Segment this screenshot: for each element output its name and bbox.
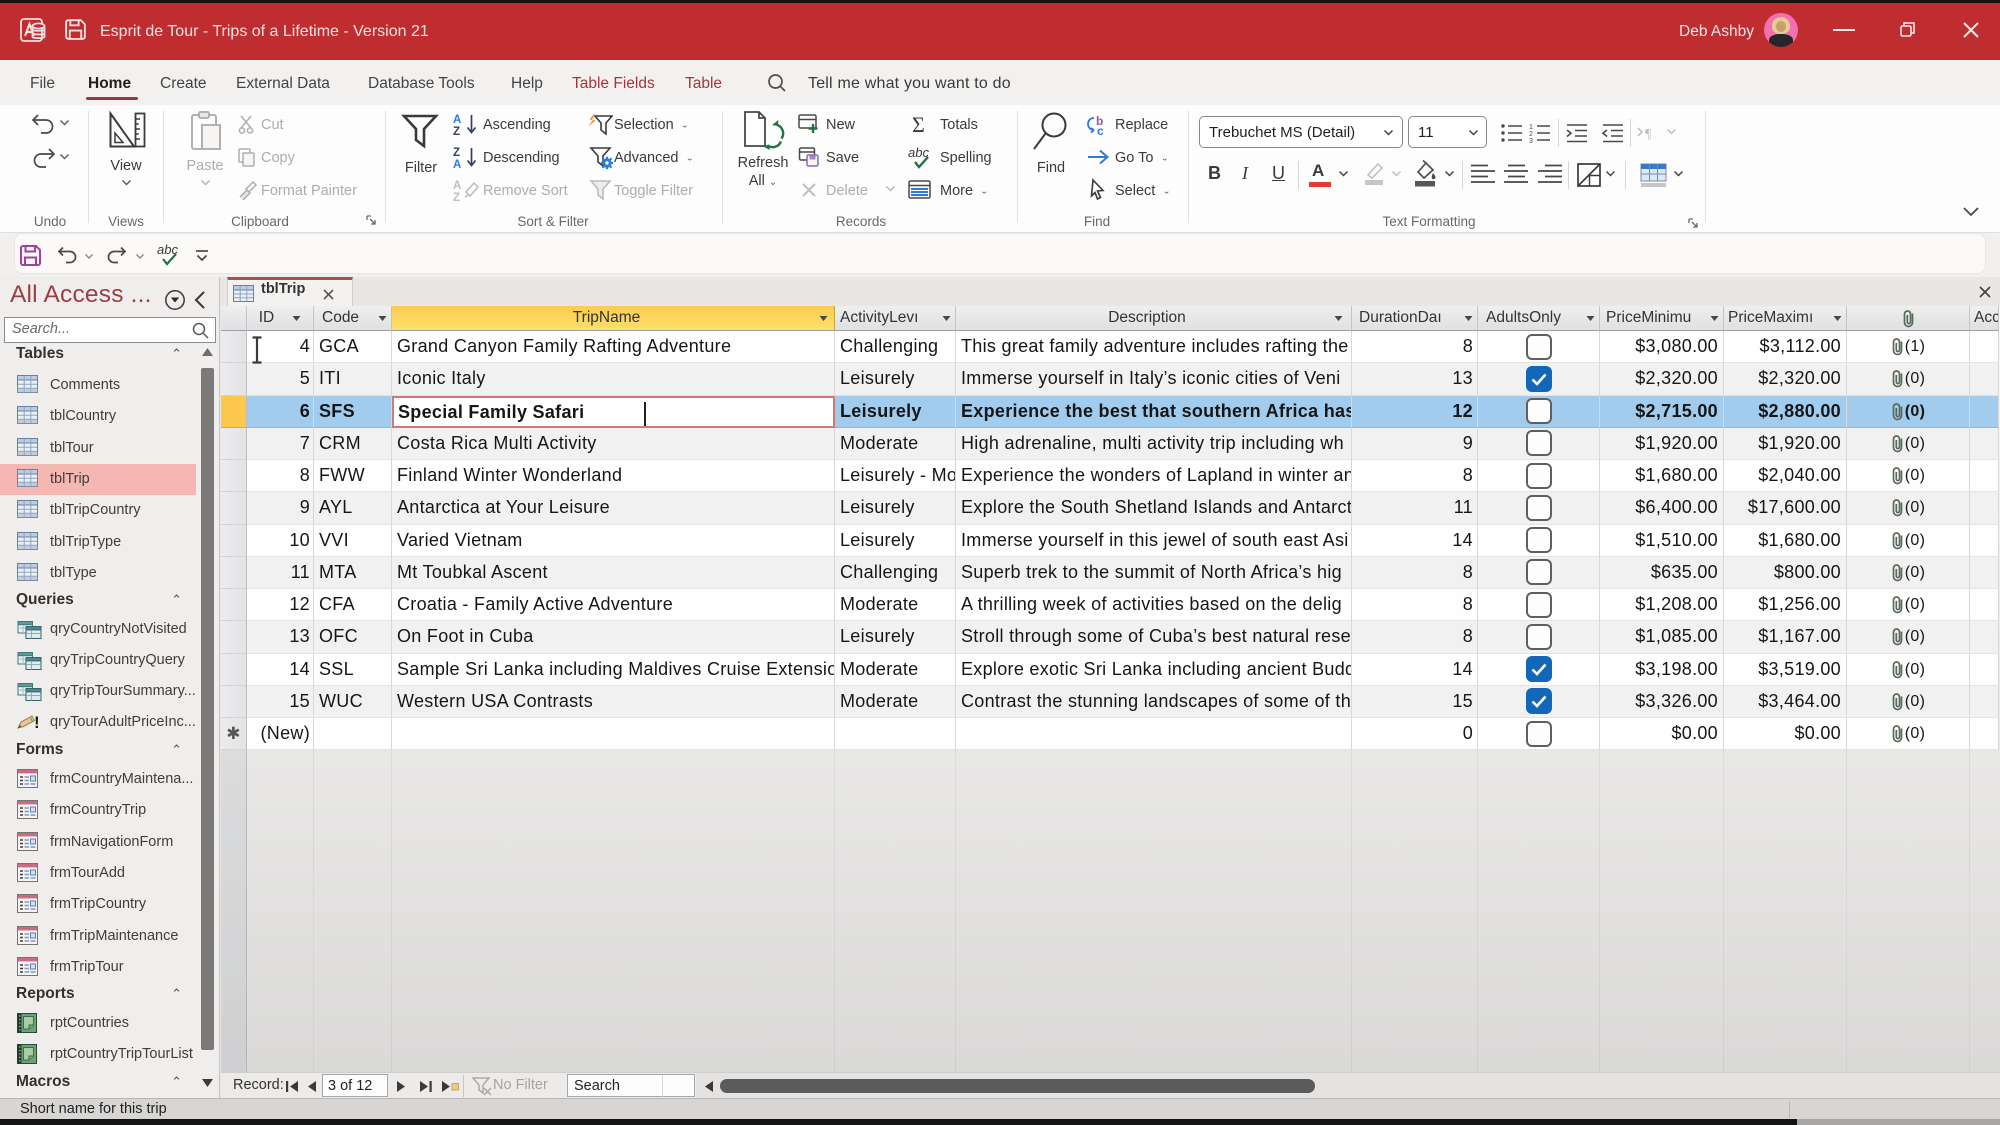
svg-text:c: c xyxy=(1097,124,1104,136)
svg-text:3: 3 xyxy=(1529,138,1533,144)
svg-text:A: A xyxy=(453,180,461,192)
svg-text:1: 1 xyxy=(1529,124,1533,131)
svg-text:Z: Z xyxy=(453,126,460,136)
svg-text:A: A xyxy=(453,114,461,126)
svg-text:Σ: Σ xyxy=(912,112,925,136)
svg-text:¶: ¶ xyxy=(1645,127,1652,142)
svg-text:Z: Z xyxy=(453,147,460,159)
svg-text:Z: Z xyxy=(453,192,460,202)
svg-text:!: ! xyxy=(34,713,40,732)
svg-text:2: 2 xyxy=(1529,131,1533,138)
svg-text:A: A xyxy=(453,159,461,169)
